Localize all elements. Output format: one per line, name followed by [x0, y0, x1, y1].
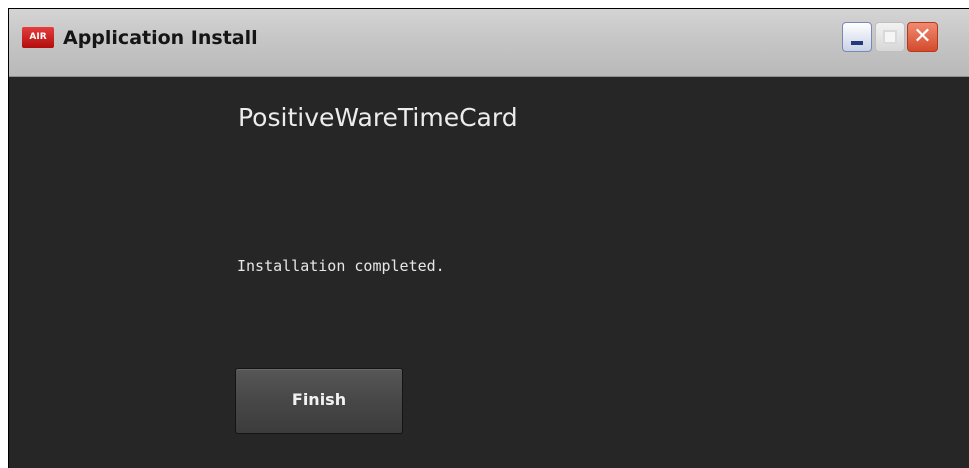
title-bar[interactable]: AIR Application Install ✕ [9, 9, 969, 77]
maximize-icon [883, 30, 897, 44]
application-name: PositiveWareTimeCard [238, 103, 518, 132]
minimize-icon [851, 41, 863, 45]
close-icon: ✕ [913, 24, 932, 49]
close-button[interactable]: ✕ [907, 22, 938, 52]
window-title: Application Install [63, 27, 258, 49]
air-app-icon: AIR [22, 27, 54, 48]
finish-button[interactable]: Finish [235, 368, 403, 434]
maximize-button [875, 22, 905, 52]
minimize-button[interactable] [842, 22, 872, 52]
install-status-text: Installation completed. [237, 257, 445, 275]
installer-window: AIR Application Install ✕ PositiveWareTi… [8, 8, 969, 468]
